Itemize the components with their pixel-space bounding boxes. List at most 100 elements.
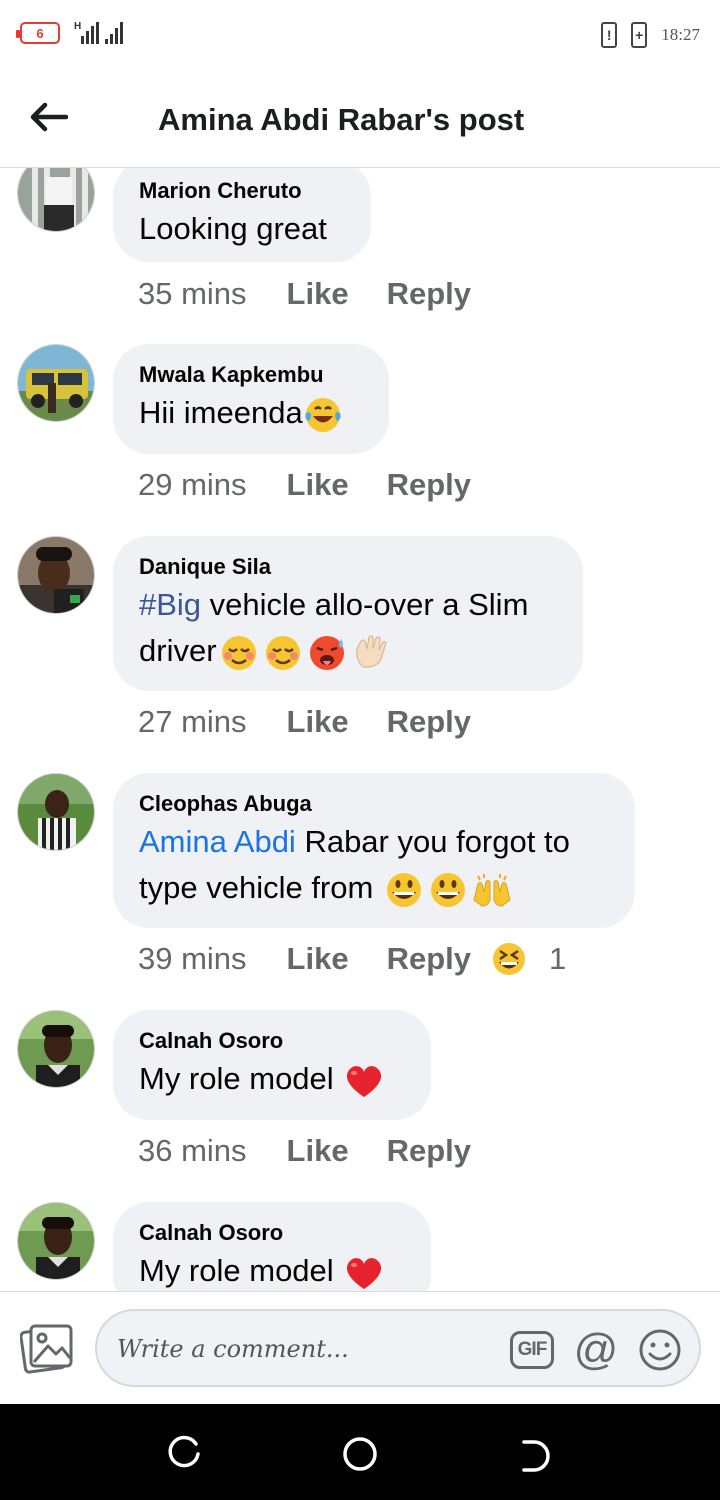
like-button[interactable]: Like — [287, 467, 349, 503]
comment-text: Hii imeenda — [139, 390, 363, 436]
at-sign-icon: @ — [573, 1325, 619, 1374]
avatar[interactable] — [17, 1202, 95, 1280]
comment-bubble[interactable]: Danique Sila #Big vehicle allo-over a Sl… — [113, 536, 583, 691]
status-left: 6 H — [16, 21, 124, 44]
comment-text-line1: vehicle allo-over a Slim — [201, 587, 529, 622]
comment-text-content: Hii imeenda — [139, 395, 303, 430]
comment-text: #Big vehicle allo-over a Slim driver — [139, 582, 557, 674]
comment-text: Amina Abdi Rabar you forgot to type vehic… — [139, 819, 609, 911]
comment-text-content: My role model — [139, 1253, 343, 1288]
like-button[interactable]: Like — [287, 704, 349, 740]
avatar[interactable] — [17, 773, 95, 851]
app-header: Amina Abdi Rabar's post — [0, 72, 720, 168]
comment-author[interactable]: Danique Sila — [139, 554, 557, 580]
page-title: Amina Abdi Rabar's post — [158, 102, 525, 137]
smiley-icon — [639, 1329, 681, 1371]
status-right: ! + 18:27 — [601, 22, 700, 48]
comment-author[interactable]: Marion Cheruto — [139, 178, 345, 204]
comment-time[interactable]: 27 mins — [138, 704, 247, 740]
like-button[interactable]: Like — [287, 1133, 349, 1169]
comment-time[interactable]: 35 mins — [138, 276, 247, 312]
status-bar: 6 H ! + 18:27 — [0, 0, 720, 72]
red-heart-emoji-icon — [347, 1257, 382, 1289]
comment-bubble[interactable]: Calnah Osoro My role model — [113, 1202, 431, 1291]
relieved-emoji-icon — [265, 635, 300, 670]
grinning-emoji-icon — [386, 872, 421, 907]
battery-charging-icon: + — [631, 22, 648, 48]
comment-author[interactable]: Cleophas Abuga — [139, 791, 609, 817]
battery-level: 6 — [36, 25, 44, 41]
home-button[interactable] — [340, 1434, 380, 1474]
recents-button[interactable] — [164, 1434, 204, 1474]
clock: 18:27 — [661, 25, 700, 44]
like-button[interactable]: Like — [287, 941, 349, 977]
raising-hands-emoji-icon — [473, 873, 511, 907]
comment-author[interactable]: Mwala Kapkembu — [139, 362, 363, 388]
photo-button[interactable] — [19, 1322, 74, 1376]
grinning-emoji-icon — [430, 872, 465, 907]
gif-icon: GIF — [510, 1331, 554, 1369]
reaction-summary[interactable]: 1 — [491, 941, 566, 977]
signal-icon — [81, 22, 100, 44]
reply-button[interactable]: Reply — [387, 1133, 471, 1169]
recents-icon — [168, 1435, 200, 1468]
reply-button[interactable]: Reply — [387, 941, 471, 977]
comment-actions: 29 mins Like Reply — [138, 467, 471, 503]
comment-time[interactable]: 29 mins — [138, 467, 247, 503]
comment-actions: 35 mins Like Reply — [138, 276, 471, 312]
relieved-emoji-icon — [221, 635, 256, 670]
comment-author[interactable]: Calnah Osoro — [139, 1220, 405, 1246]
comment-time[interactable]: 36 mins — [138, 1133, 247, 1169]
system-nav-bar — [0, 1404, 720, 1500]
hot-face-emoji-icon — [309, 635, 344, 670]
mention-button[interactable]: @ — [573, 1327, 619, 1373]
comment-actions: 39 mins Like Reply 1 — [138, 941, 566, 977]
arrow-left-icon — [30, 102, 68, 132]
comment-text-line2: type vehicle from — [139, 870, 382, 905]
battery-low-icon: 6 — [16, 22, 60, 44]
comment-bubble[interactable]: Marion Cheruto Looking great — [113, 168, 371, 262]
avatar[interactable] — [17, 168, 95, 232]
reply-button[interactable]: Reply — [387, 704, 471, 740]
red-heart-emoji-icon — [347, 1065, 382, 1097]
comment-bubble[interactable]: Calnah Osoro My role model — [113, 1010, 431, 1120]
back-button[interactable] — [18, 92, 78, 142]
reply-button[interactable]: Reply — [387, 467, 471, 503]
comment-text-content: My role model — [139, 1061, 343, 1096]
comment-input-container: GIF @ — [95, 1309, 701, 1387]
comment-composer: GIF @ — [0, 1291, 720, 1404]
squinting-laugh-emoji-icon — [493, 943, 525, 975]
network-type-label: H — [74, 21, 82, 32]
laughing-tears-emoji-icon — [305, 397, 341, 432]
signal-group: H — [74, 21, 124, 44]
comment-bubble[interactable]: Cleophas Abuga Amina Abdi Rabar you forg… — [113, 773, 635, 928]
comment-actions: 36 mins Like Reply — [138, 1133, 471, 1169]
comment-text: My role model — [139, 1056, 405, 1102]
comment-input[interactable] — [117, 1327, 497, 1371]
alert-icon: ! — [601, 22, 618, 48]
photo-icon — [19, 1324, 73, 1374]
comment-text: My role model — [139, 1248, 405, 1291]
signal-icon-2 — [105, 22, 124, 44]
waving-hand-emoji-icon — [355, 635, 387, 668]
avatar[interactable] — [17, 344, 95, 422]
reply-button[interactable]: Reply — [387, 276, 471, 312]
gif-button[interactable]: GIF — [509, 1327, 555, 1373]
avatar[interactable] — [17, 536, 95, 614]
hashtag-link[interactable]: #Big — [139, 587, 201, 622]
comment-time[interactable]: 39 mins — [138, 941, 247, 977]
reaction-count: 1 — [549, 941, 567, 976]
comment-actions: 27 mins Like Reply — [138, 704, 471, 740]
comment-text-line1: Rabar you forgot to — [295, 824, 570, 859]
comment-text-line2: driver — [139, 633, 217, 668]
comments-list[interactable]: Marion Cheruto Looking great 35 mins Lik… — [0, 168, 720, 1291]
mention-link[interactable]: Amina Abdi — [139, 824, 296, 859]
home-circle-icon — [343, 1437, 377, 1471]
like-button[interactable]: Like — [287, 276, 349, 312]
comment-bubble[interactable]: Mwala Kapkembu Hii imeenda — [113, 344, 389, 454]
back-nav-button[interactable] — [516, 1434, 556, 1474]
gif-label: GIF — [517, 1339, 548, 1360]
comment-author[interactable]: Calnah Osoro — [139, 1028, 405, 1054]
avatar[interactable] — [17, 1010, 95, 1088]
emoji-button[interactable] — [637, 1327, 683, 1373]
